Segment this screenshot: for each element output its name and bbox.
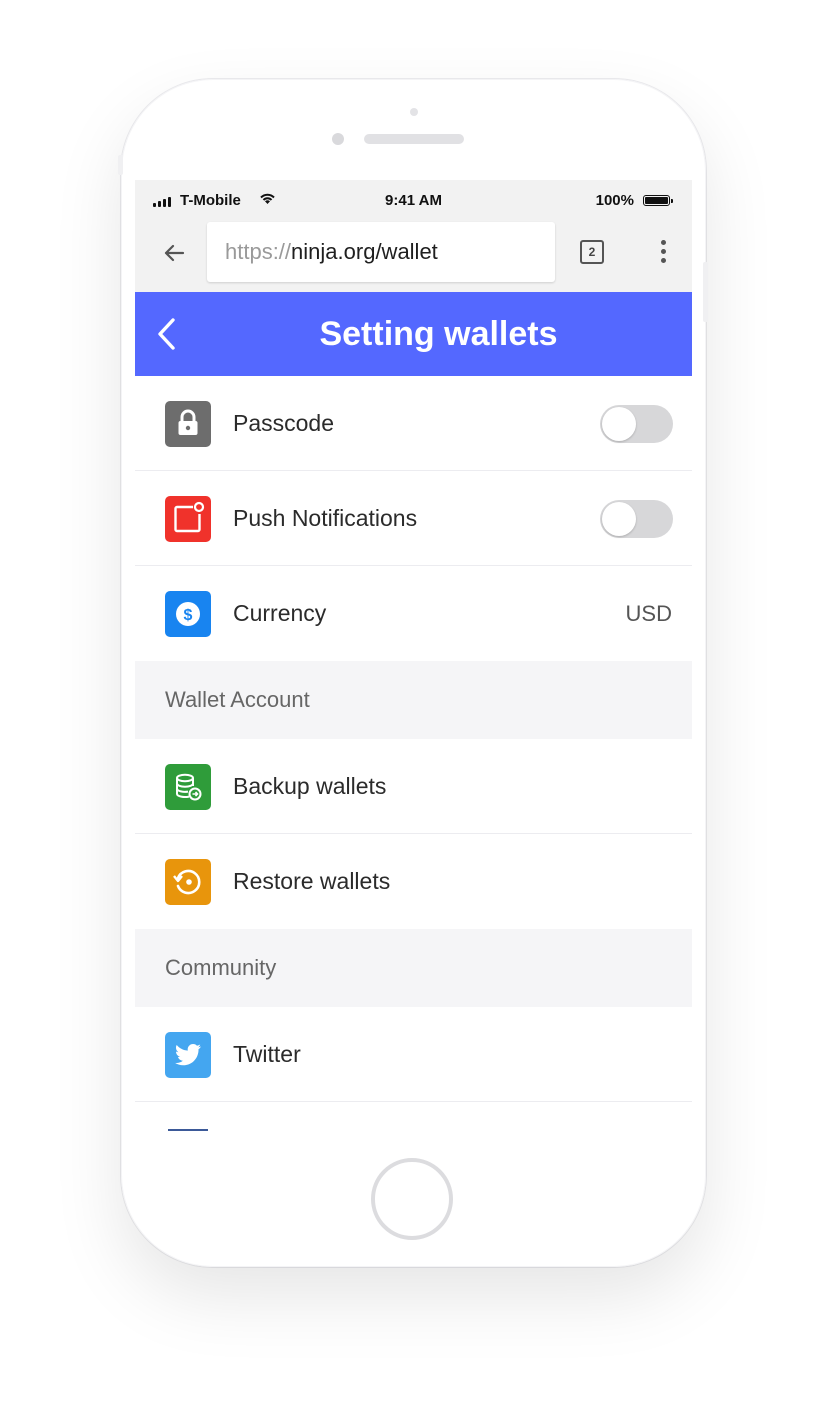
settings-list: Passcode Push Notifications $ Currency U… — [135, 376, 692, 1140]
settings-row-backup-wallets[interactable]: Backup wallets — [135, 739, 692, 834]
push-notifications-label: Push Notifications — [233, 505, 418, 531]
section-header-wallet-account: Wallet Account — [135, 661, 692, 739]
notification-icon — [165, 496, 211, 542]
backup-wallets-label: Backup wallets — [233, 773, 387, 799]
mute-switch — [118, 155, 123, 175]
settings-row-restore-wallets[interactable]: Restore wallets — [135, 834, 692, 929]
url-scheme: https:// — [225, 239, 292, 264]
settings-row-partial[interactable] — [135, 1102, 692, 1140]
status-bar: T-Mobile 9:41 AM 100% — [135, 180, 692, 220]
power-button — [703, 262, 708, 322]
partial-icon — [168, 1129, 208, 1131]
passcode-toggle[interactable] — [600, 405, 673, 443]
home-button[interactable] — [371, 1158, 453, 1240]
passcode-label: Passcode — [233, 410, 335, 436]
currency-label: Currency — [233, 600, 327, 626]
dollar-icon: $ — [165, 591, 211, 637]
restore-icon — [165, 859, 211, 905]
lock-icon — [165, 401, 211, 447]
app-header: Setting wallets — [135, 292, 692, 376]
settings-row-passcode[interactable]: Passcode — [135, 376, 692, 471]
front-camera — [332, 133, 344, 145]
section-header-community: Community — [135, 929, 692, 1007]
database-icon — [165, 764, 211, 810]
url-host: ninja.org/wallet — [291, 239, 438, 264]
settings-row-twitter[interactable]: Twitter — [135, 1007, 692, 1102]
proximity-sensor — [410, 108, 418, 116]
twitter-label: Twitter — [233, 1041, 301, 1067]
more-menu-icon[interactable] — [653, 238, 673, 268]
tab-switcher-button[interactable]: 2 — [580, 240, 604, 264]
svg-text:$: $ — [184, 607, 193, 624]
currency-value: USD — [625, 601, 672, 626]
address-bar[interactable]: https://ninja.org/wallet — [207, 222, 555, 282]
page-title: Setting wallets — [319, 315, 558, 353]
push-notifications-toggle[interactable] — [600, 500, 673, 538]
settings-row-currency[interactable]: $ Currency USD — [135, 566, 692, 661]
battery-percent: 100% — [595, 192, 634, 209]
settings-row-push-notifications[interactable]: Push Notifications — [135, 471, 692, 566]
restore-wallets-label: Restore wallets — [233, 868, 391, 894]
earpiece-speaker — [364, 134, 464, 144]
twitter-icon — [165, 1032, 211, 1078]
browser-toolbar: https://ninja.org/wallet 2 — [135, 220, 692, 292]
screen: T-Mobile 9:41 AM 100% https://ninja.org/… — [135, 180, 692, 1140]
browser-back-icon[interactable] — [159, 238, 189, 268]
battery-icon — [643, 195, 673, 206]
